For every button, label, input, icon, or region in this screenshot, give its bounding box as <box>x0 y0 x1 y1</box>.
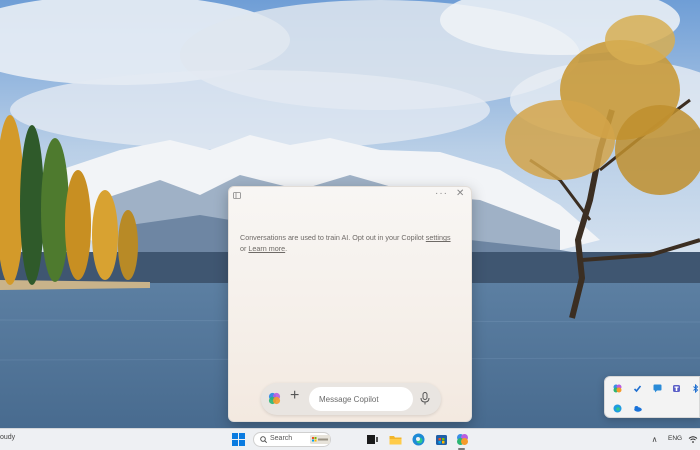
weather-widget[interactable]: oudy <box>0 434 15 441</box>
system-tray-overflow <box>604 376 700 418</box>
microphone-icon[interactable] <box>420 392 430 405</box>
chat-icon[interactable] <box>653 384 662 393</box>
onedrive-icon[interactable] <box>633 404 642 413</box>
task-view-icon[interactable] <box>366 433 379 446</box>
close-button[interactable]: ✕ <box>456 188 464 199</box>
file-explorer-icon[interactable] <box>389 433 402 446</box>
add-attachment-button[interactable]: + <box>290 387 299 405</box>
copilot-window: ··· ✕ Conversations are used to train AI… <box>228 186 472 422</box>
more-options-button[interactable]: ··· <box>435 188 448 199</box>
training-notice: Conversations are used to train AI. Opt … <box>240 232 464 254</box>
copilot-logo-icon[interactable] <box>268 392 281 405</box>
notice-or: or <box>240 244 247 253</box>
language-indicator[interactable]: ENG <box>668 435 682 442</box>
search-icon <box>260 436 267 443</box>
start-icon[interactable] <box>232 433 245 446</box>
taskbar: oudy Search ∧ ENG <box>0 428 700 450</box>
message-composer: + <box>261 383 441 415</box>
notice-end: . <box>285 244 288 253</box>
wifi-icon[interactable] <box>688 435 698 444</box>
bluetooth-icon[interactable] <box>691 384 700 393</box>
edge-tray-icon[interactable] <box>613 404 622 413</box>
sidebar-toggle-icon[interactable] <box>233 192 241 199</box>
notice-text: Conversations are used to train AI. Opt … <box>240 233 424 242</box>
copilot-tray-icon[interactable] <box>613 384 622 393</box>
teams-icon[interactable] <box>672 384 681 393</box>
taskbar-search[interactable]: Search <box>253 432 331 447</box>
show-hidden-icons-button[interactable]: ∧ <box>648 432 661 447</box>
check-icon[interactable] <box>633 384 642 393</box>
store-icon[interactable] <box>435 433 448 446</box>
microsoft-store-icon <box>310 435 330 444</box>
learn-more-link[interactable]: Learn more <box>248 244 285 253</box>
edge-icon[interactable] <box>412 433 425 446</box>
copilot-icon[interactable] <box>456 433 469 446</box>
search-label: Search <box>270 435 293 442</box>
message-input[interactable] <box>309 387 413 411</box>
settings-link[interactable]: settings <box>426 233 451 242</box>
